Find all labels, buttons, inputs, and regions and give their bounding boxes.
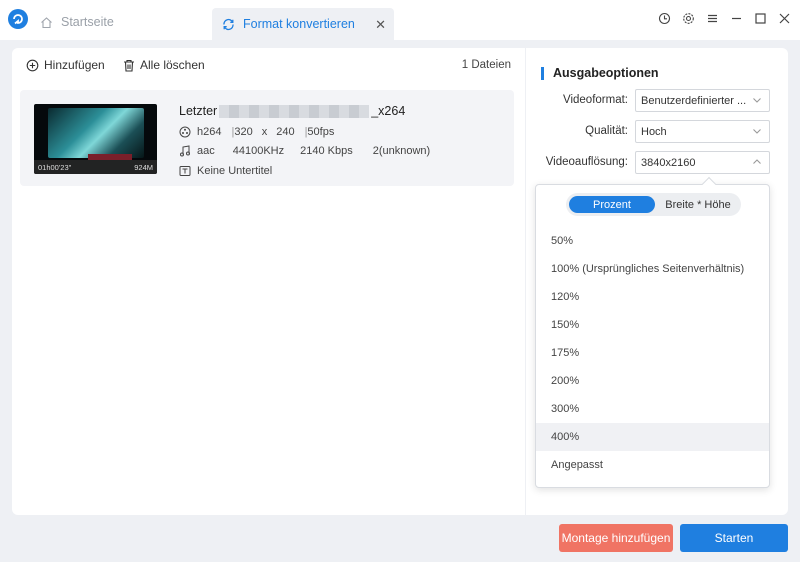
toggle-percent[interactable]: Prozent <box>569 196 655 213</box>
video-info-row: h264 | 320 x 240 | 50fps <box>179 126 334 138</box>
menu-hamburger-icon[interactable] <box>704 10 720 26</box>
chevron-up-icon <box>753 159 761 164</box>
add-file-label: Hinzufügen <box>44 58 105 72</box>
audio-info-row: aac 44100KHz 2140 Kbps 2(unknown) <box>179 145 430 157</box>
toggle-width-height[interactable]: Breite * Höhe <box>658 196 738 213</box>
clear-all-button[interactable]: Alle löschen <box>123 58 205 72</box>
resolution-option[interactable]: 100% (Ursprüngliches Seitenverhältnis) <box>536 255 769 283</box>
subtitle-icon <box>179 166 191 176</box>
subtitle-info-row: Keine Untertitel <box>179 165 272 177</box>
tab-home[interactable]: Startseite <box>40 8 190 36</box>
video-format-label: Videoformat: <box>563 94 628 106</box>
file-toolbar: Hinzufügen Alle löschen 1 Dateien <box>12 48 525 82</box>
resolution-option[interactable]: Angepasst <box>536 451 769 479</box>
maximize-icon[interactable] <box>752 10 768 26</box>
title-bar: Startseite Format konvertieren ✕ <box>0 0 800 40</box>
file-item[interactable]: 01h00'23" 924M Letzter _x264 h264 | 320 … <box>20 90 514 186</box>
redacted-name <box>219 104 370 118</box>
video-size: 924M <box>134 162 153 172</box>
add-montage-button[interactable]: Montage hinzufügen <box>559 524 673 552</box>
file-count: 1 Dateien <box>461 59 511 71</box>
video-thumbnail[interactable]: 01h00'23" 924M <box>34 104 157 174</box>
refresh-icon <box>223 18 234 30</box>
resolution-option[interactable]: 50% <box>536 227 769 255</box>
home-icon <box>41 16 52 28</box>
close-window-icon[interactable] <box>776 10 792 26</box>
resolution-option[interactable]: 400% <box>536 423 769 451</box>
add-circle-icon <box>26 59 39 71</box>
file-name: Letzter _x264 <box>179 104 406 118</box>
history-clock-icon[interactable] <box>656 10 672 26</box>
video-format-select[interactable]: Benutzerdefinierter ... <box>635 89 770 112</box>
chevron-down-icon <box>753 98 761 103</box>
app-logo-icon <box>8 9 28 29</box>
tab-home-label: Startseite <box>61 15 114 29</box>
resolution-label: Videoauflösung: <box>545 156 628 168</box>
resolution-option-list: 50% 100% (Ursprüngliches Seitenverhältni… <box>536 227 769 479</box>
minimize-icon[interactable] <box>728 10 744 26</box>
clear-all-label: Alle löschen <box>140 58 205 72</box>
resolution-option[interactable]: 200% <box>536 367 769 395</box>
resolution-mode-toggle: Prozent Breite * Höhe <box>566 193 741 216</box>
resolution-dropdown: Prozent Breite * Höhe 50% 100% (Ursprüng… <box>535 176 770 488</box>
resolution-select[interactable]: 3840x2160 <box>635 151 770 174</box>
quality-label: Qualität: <box>585 125 628 137</box>
resolution-option[interactable]: 175% <box>536 339 769 367</box>
music-note-icon <box>180 145 190 157</box>
video-duration: 01h00'23" <box>38 162 72 172</box>
add-file-button[interactable]: Hinzufügen <box>26 58 105 72</box>
resolution-option[interactable]: 150% <box>536 311 769 339</box>
trash-icon <box>124 59 134 72</box>
start-button[interactable]: Starten <box>680 524 788 552</box>
resolution-option[interactable]: 300% <box>536 395 769 423</box>
video-codec-icon <box>179 126 191 138</box>
tab-format-convert[interactable]: Format konvertieren ✕ <box>212 8 394 40</box>
output-options-title: Ausgabeoptionen <box>541 67 659 80</box>
file-list-panel: Hinzufügen Alle löschen 1 Dateien 01h00'… <box>12 48 525 515</box>
quality-select[interactable]: Hoch <box>635 120 770 143</box>
tab-close-icon[interactable]: ✕ <box>375 17 386 33</box>
settings-gear-icon[interactable] <box>680 10 696 26</box>
chevron-down-icon <box>753 129 761 134</box>
tab-format-convert-label: Format konvertieren <box>243 17 355 31</box>
resolution-option[interactable]: 120% <box>536 283 769 311</box>
